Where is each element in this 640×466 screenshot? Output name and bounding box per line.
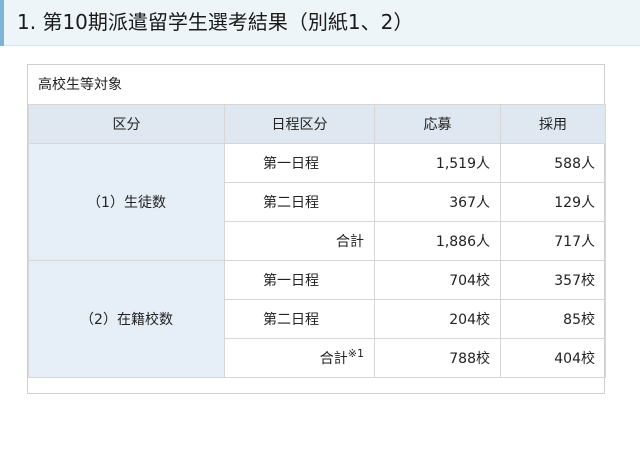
hired-cell: 129人 bbox=[500, 182, 606, 222]
hired-total-cell: 404校 bbox=[500, 338, 606, 378]
schedule-cell: 第二日程 bbox=[224, 182, 375, 222]
header-hired: 採用 bbox=[500, 104, 606, 144]
hired-cell: 588人 bbox=[500, 143, 606, 183]
header-category: 区分 bbox=[28, 104, 225, 144]
header-schedule: 日程区分 bbox=[224, 104, 375, 144]
applied-total-cell: 788校 bbox=[374, 338, 501, 378]
results-table: 区分 日程区分 応募 採用 （1）生徒数 第一日程 1,519人 588人 第二… bbox=[28, 104, 606, 378]
page-title: 1. 第10期派遣留学生選考結果（別紙1、2） bbox=[17, 10, 414, 34]
table-row: （1）生徒数 第一日程 1,519人 588人 bbox=[28, 143, 606, 261]
applied-total-cell: 1,886人 bbox=[374, 221, 501, 261]
hired-cell: 357校 bbox=[500, 260, 606, 300]
schedule-cell: 第二日程 bbox=[224, 299, 375, 339]
group-label-students: （1）生徒数 bbox=[28, 143, 225, 261]
applied-cell: 704校 bbox=[374, 260, 501, 300]
table-caption: 高校生等対象 bbox=[38, 77, 122, 93]
schedule-cell: 第一日程 bbox=[224, 143, 375, 183]
schedule-total-cell: 合計 bbox=[224, 221, 375, 261]
heading-accent-bar bbox=[0, 0, 4, 46]
table-row: （2）在籍校数 第一日程 704校 357校 bbox=[28, 260, 606, 378]
hired-total-cell: 717人 bbox=[500, 221, 606, 261]
hired-cell: 85校 bbox=[500, 299, 606, 339]
applied-cell: 204校 bbox=[374, 299, 501, 339]
total-label: 合計 bbox=[319, 351, 348, 367]
header-applied: 応募 bbox=[374, 104, 501, 144]
schedule-cell: 第一日程 bbox=[224, 260, 375, 300]
footnote-marker: ※1 bbox=[347, 347, 364, 360]
section-heading: 1. 第10期派遣留学生選考結果（別紙1、2） bbox=[0, 0, 640, 46]
applied-cell: 1,519人 bbox=[374, 143, 501, 183]
schedule-total-cell: 合計※1 bbox=[224, 338, 375, 378]
results-table-box: 高校生等対象 区分 日程区分 応募 採用 （1）生徒数 第一日程 1,519人 … bbox=[27, 64, 606, 394]
applied-cell: 367人 bbox=[374, 182, 501, 222]
group-label-schools: （2）在籍校数 bbox=[28, 260, 225, 378]
table-header-row: 区分 日程区分 応募 採用 bbox=[28, 104, 606, 144]
total-label: 合計 bbox=[336, 234, 364, 250]
